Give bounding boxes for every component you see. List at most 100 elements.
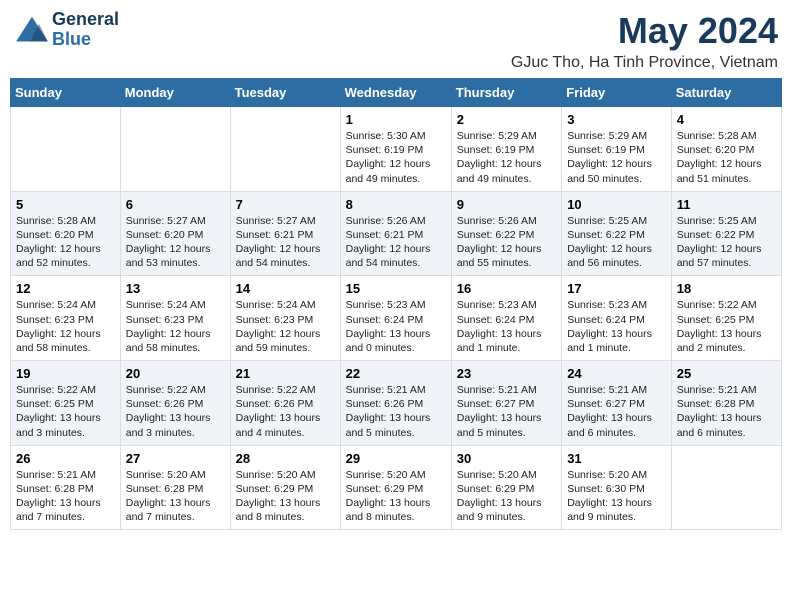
day-number: 17 [567,281,666,296]
day-info: Sunrise: 5:21 AMSunset: 6:28 PMDaylight:… [677,383,776,440]
day-number: 20 [126,366,225,381]
calendar-cell [11,107,121,192]
subtitle: GJuc Tho, Ha Tinh Province, Vietnam [511,54,778,72]
day-info: Sunrise: 5:24 AMSunset: 6:23 PMDaylight:… [126,298,225,355]
day-number: 28 [236,451,335,466]
day-info: Sunrise: 5:21 AMSunset: 6:26 PMDaylight:… [346,383,446,440]
logo: General Blue [14,10,119,50]
day-info: Sunrise: 5:20 AMSunset: 6:29 PMDaylight:… [457,468,556,525]
day-info: Sunrise: 5:22 AMSunset: 6:25 PMDaylight:… [16,383,115,440]
day-number: 7 [236,197,335,212]
calendar-cell: 2Sunrise: 5:29 AMSunset: 6:19 PMDaylight… [451,107,561,192]
day-info: Sunrise: 5:29 AMSunset: 6:19 PMDaylight:… [567,129,666,186]
weekday-header-wednesday: Wednesday [340,79,451,107]
logo-icon [14,15,50,45]
calendar-table: SundayMondayTuesdayWednesdayThursdayFrid… [10,78,782,530]
day-number: 3 [567,112,666,127]
calendar-cell: 23 Sunrise: 5:21 AMSunset: 6:27 PMDayligh… [451,361,561,446]
day-info: Sunrise: 5:25 AMSunset: 6:22 PMDaylight:… [677,214,776,271]
day-info: Sunrise: 5:28 AMSunset: 6:20 PMDaylight:… [16,214,115,271]
logo-line2: Blue [52,30,119,50]
logo-text: General Blue [52,10,119,50]
calendar-cell: 5 Sunrise: 5:28 AMSunset: 6:20 PMDaylight… [11,191,121,276]
day-number: 9 [457,197,556,212]
day-number: 24 [567,366,666,381]
day-info: Sunrise: 5:21 AMSunset: 6:27 PMDaylight:… [457,383,556,440]
day-number: 8 [346,197,446,212]
day-number: 26 [16,451,115,466]
day-info: Sunrise: 5:29 AMSunset: 6:19 PMDaylight:… [457,129,556,186]
day-number: 4 [677,112,776,127]
day-info: Sunrise: 5:27 AMSunset: 6:20 PMDaylight:… [126,214,225,271]
calendar-cell: 3 Sunrise: 5:29 AMSunset: 6:19 PMDaylight… [562,107,672,192]
calendar-cell: 1Sunrise: 5:30 AMSunset: 6:19 PMDaylight… [340,107,451,192]
calendar-cell: 10 Sunrise: 5:25 AMSunset: 6:22 PMDayligh… [562,191,672,276]
calendar-cell [230,107,340,192]
calendar-cell: 12Sunrise: 5:24 AMSunset: 6:23 PMDayligh… [11,276,121,361]
day-number: 27 [126,451,225,466]
day-info: Sunrise: 5:21 AMSunset: 6:28 PMDaylight:… [16,468,115,525]
day-number: 19 [16,366,115,381]
day-info: Sunrise: 5:22 AMSunset: 6:26 PMDaylight:… [236,383,335,440]
weekday-header-saturday: Saturday [671,79,781,107]
day-number: 5 [16,197,115,212]
calendar-cell: 16 Sunrise: 5:23 AMSunset: 6:24 PMDayligh… [451,276,561,361]
weekday-header-monday: Monday [120,79,230,107]
calendar-cell: 13 Sunrise: 5:24 AMSunset: 6:23 PMDayligh… [120,276,230,361]
weekday-header-tuesday: Tuesday [230,79,340,107]
day-info: Sunrise: 5:25 AMSunset: 6:22 PMDaylight:… [567,214,666,271]
day-number: 21 [236,366,335,381]
calendar-week-5: 26 Sunrise: 5:21 AMSunset: 6:28 PMDayligh… [11,445,782,530]
calendar-cell: 21 Sunrise: 5:22 AMSunset: 6:26 PMDayligh… [230,361,340,446]
calendar-week-1: 1Sunrise: 5:30 AMSunset: 6:19 PMDaylight… [11,107,782,192]
day-number: 29 [346,451,446,466]
calendar-cell: 15Sunrise: 5:23 AMSunset: 6:24 PMDayligh… [340,276,451,361]
calendar-week-4: 19 Sunrise: 5:22 AMSunset: 6:25 PMDayligh… [11,361,782,446]
day-number: 25 [677,366,776,381]
calendar-cell: 31 Sunrise: 5:20 AMSunset: 6:30 PMDayligh… [562,445,672,530]
day-number: 13 [126,281,225,296]
calendar-cell: 14 Sunrise: 5:24 AMSunset: 6:23 PMDayligh… [230,276,340,361]
calendar-cell: 4Sunrise: 5:28 AMSunset: 6:20 PMDaylight… [671,107,781,192]
logo-line1: General [52,10,119,30]
day-number: 6 [126,197,225,212]
calendar-week-3: 12 Sunrise: 5:24 AMSunset: 6:23 PMDayligh… [11,276,782,361]
day-number: 14 [236,281,335,296]
day-info: Sunrise: 5:20 AMSunset: 6:30 PMDaylight:… [567,468,666,525]
calendar-cell: 27 Sunrise: 5:20 AMSunset: 6:28 PMDayligh… [120,445,230,530]
calendar-cell: 9 Sunrise: 5:26 AMSunset: 6:22 PMDaylight… [451,191,561,276]
calendar-cell [671,445,781,530]
day-number: 18 [677,281,776,296]
calendar-cell: 17 Sunrise: 5:23 AMSunset: 6:24 PMDayligh… [562,276,672,361]
day-info: Sunrise: 5:24 AMSunset: 6:23 PMDaylight:… [236,298,335,355]
weekday-header-sunday: Sunday [11,79,121,107]
day-info: Sunrise: 5:23 AMSunset: 6:24 PMDaylight:… [567,298,666,355]
day-number: 10 [567,197,666,212]
day-info: Sunrise: 5:23 AMSunset: 6:24 PMDaylight:… [457,298,556,355]
day-number: 31 [567,451,666,466]
calendar-cell: 7Sunrise: 5:27 AMSunset: 6:21 PMDaylight… [230,191,340,276]
day-info: Sunrise: 5:22 AMSunset: 6:26 PMDaylight:… [126,383,225,440]
title-block: May 2024 GJuc Tho, Ha Tinh Province, Vie… [511,10,778,72]
day-info: Sunrise: 5:26 AMSunset: 6:22 PMDaylight:… [457,214,556,271]
day-number: 16 [457,281,556,296]
calendar-cell: 20 Sunrise: 5:22 AMSunset: 6:26 PMDayligh… [120,361,230,446]
calendar-cell: 29Sunrise: 5:20 AMSunset: 6:29 PMDayligh… [340,445,451,530]
day-number: 23 [457,366,556,381]
calendar-cell: 30 Sunrise: 5:20 AMSunset: 6:29 PMDayligh… [451,445,561,530]
calendar-cell: 11 Sunrise: 5:25 AMSunset: 6:22 PMDayligh… [671,191,781,276]
calendar-cell: 6 Sunrise: 5:27 AMSunset: 6:20 PMDaylight… [120,191,230,276]
day-info: Sunrise: 5:21 AMSunset: 6:27 PMDaylight:… [567,383,666,440]
day-info: Sunrise: 5:20 AMSunset: 6:28 PMDaylight:… [126,468,225,525]
day-number: 11 [677,197,776,212]
weekday-header-friday: Friday [562,79,672,107]
calendar-cell: 25 Sunrise: 5:21 AMSunset: 6:28 PMDayligh… [671,361,781,446]
calendar-week-2: 5 Sunrise: 5:28 AMSunset: 6:20 PMDaylight… [11,191,782,276]
calendar-cell: 19 Sunrise: 5:22 AMSunset: 6:25 PMDayligh… [11,361,121,446]
weekday-header-thursday: Thursday [451,79,561,107]
day-number: 30 [457,451,556,466]
page-header: General Blue May 2024 GJuc Tho, Ha Tinh … [10,10,782,72]
day-number: 12 [16,281,115,296]
calendar-cell [120,107,230,192]
calendar-cell: 28Sunrise: 5:20 AMSunset: 6:29 PMDayligh… [230,445,340,530]
